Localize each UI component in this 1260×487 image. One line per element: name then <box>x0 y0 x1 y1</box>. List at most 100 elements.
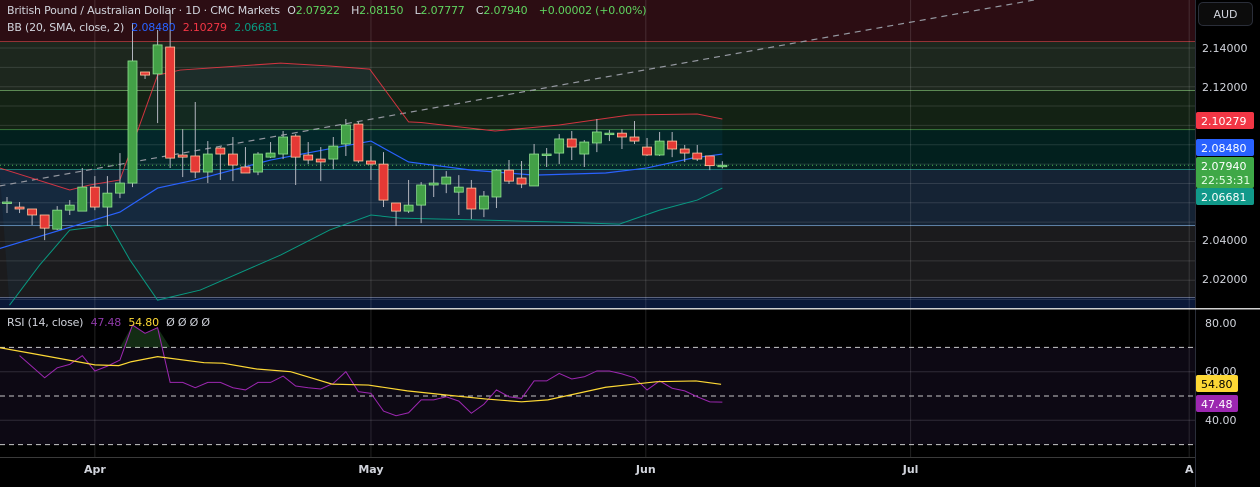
candle-down <box>290 135 301 158</box>
price-tick: 2.12000 <box>1202 81 1248 94</box>
candle-down <box>14 206 25 210</box>
candle-down <box>315 158 326 163</box>
bb-basis-badge-text: 2.08480 <box>1201 142 1247 155</box>
candle-down <box>227 153 238 166</box>
candle-down <box>667 140 678 150</box>
candle-up <box>717 164 728 168</box>
candle-up <box>453 186 464 193</box>
candle-down <box>692 152 703 160</box>
rsi-badge-text: 47.48 <box>1201 398 1233 411</box>
candle-down <box>629 136 640 142</box>
rsi-tick: 40.00 <box>1205 414 1237 427</box>
candle-down <box>504 169 514 182</box>
candle-up <box>278 136 289 155</box>
symbol-title[interactable]: British Pound / Australian Dollar · 1D ·… <box>7 4 280 17</box>
low-label: L <box>414 4 421 17</box>
candle-down <box>353 123 364 162</box>
candle-down <box>366 160 376 165</box>
candle-down <box>89 186 100 208</box>
candle-up <box>554 138 565 154</box>
time-label-jun: Jun <box>635 463 656 476</box>
rsi-value: 47.48 <box>90 316 122 329</box>
bb-basis-value: 2.08480 <box>131 21 176 34</box>
rsi-label[interactable]: RSI (14, close) <box>7 316 83 329</box>
candle-up <box>403 204 414 212</box>
candle-up <box>579 141 590 155</box>
chart-canvas[interactable]: 2.14000 2.12000 2.04000 2.02000 2.10279 … <box>0 0 1260 487</box>
candle-down <box>240 166 251 174</box>
candle-up <box>416 184 427 206</box>
price-tick: 2.04000 <box>1202 234 1248 247</box>
candle-down <box>378 163 389 201</box>
candle-down <box>140 71 150 76</box>
candle-up <box>591 131 602 144</box>
candle-up <box>604 132 615 136</box>
candle-up <box>115 182 125 194</box>
candle-down <box>27 208 38 216</box>
candle-down <box>215 147 226 155</box>
rsi-extra-values: Ø Ø Ø Ø <box>166 316 210 329</box>
rsi-pane <box>0 324 1195 446</box>
candle-down <box>617 132 627 138</box>
time-label-jul: Jul <box>902 463 919 476</box>
rsi-ma-badge-text: 54.80 <box>1201 378 1233 391</box>
candle-up <box>491 169 502 198</box>
candle-up <box>127 60 138 184</box>
candle-down <box>704 155 715 167</box>
candle-up <box>102 192 113 208</box>
bb-legend[interactable]: BB (20, SMA, close, 2) 2.08480 2.10279 2… <box>7 21 282 34</box>
time-label-may: May <box>358 463 383 476</box>
bb-label[interactable]: BB (20, SMA, close, 2) <box>7 21 124 34</box>
candle-up <box>478 195 489 210</box>
currency-button[interactable]: AUD <box>1198 2 1253 26</box>
high-value: 2.08150 <box>359 4 404 17</box>
candle-up <box>64 204 75 211</box>
open-value: 2.07922 <box>295 4 340 17</box>
bar-countdown: 22:53:31 <box>1201 174 1250 187</box>
price-tick: 2.02000 <box>1202 273 1248 286</box>
candle-down <box>516 177 527 185</box>
candle-up <box>428 182 439 186</box>
last-price-text: 2.07940 <box>1201 160 1247 173</box>
time-label-a: A <box>1185 463 1194 476</box>
candle-down <box>642 146 652 156</box>
bb-lower-value: 2.06681 <box>234 21 279 34</box>
candle-up <box>328 145 339 160</box>
time-label-apr: Apr <box>84 463 106 476</box>
candle-down <box>391 202 401 212</box>
axis-separator <box>1195 308 1260 310</box>
candle-down <box>466 187 477 210</box>
bb-upper-value: 2.10279 <box>182 21 227 34</box>
symbol-legend[interactable]: British Pound / Australian Dollar · 1D ·… <box>7 4 650 17</box>
candle-up <box>654 140 665 156</box>
close-value: 2.07940 <box>483 4 528 17</box>
time-axis[interactable]: Apr May Jun Jul A <box>84 463 1194 476</box>
candle-up <box>77 186 88 212</box>
time-axis-border <box>0 457 1195 458</box>
price-tick: 2.14000 <box>1202 42 1248 55</box>
candle-up <box>202 153 213 173</box>
candle-up <box>541 153 552 156</box>
candle-up <box>253 153 263 173</box>
candle-down <box>177 154 188 158</box>
candle-down <box>566 138 577 148</box>
bb-lower-badge-text: 2.06681 <box>1201 191 1247 204</box>
candle-up <box>441 176 452 185</box>
candle-down <box>165 46 176 159</box>
candle-down <box>303 154 314 161</box>
change-value: +0.00002 (+0.00%) <box>538 4 647 17</box>
rsi-tick: 80.00 <box>1205 317 1237 330</box>
candle-down <box>39 214 50 229</box>
high-label: H <box>351 4 360 17</box>
low-value: 2.07777 <box>420 4 465 17</box>
candle-up <box>2 201 12 204</box>
open-label: O <box>287 4 296 17</box>
candle-up <box>529 153 539 187</box>
candle-down <box>679 148 690 154</box>
pane-separator[interactable] <box>0 308 1195 310</box>
rsi-legend[interactable]: RSI (14, close) 47.48 54.80 Ø Ø Ø Ø <box>7 316 214 329</box>
rsi-ma-value: 54.80 <box>128 316 159 329</box>
candle-up <box>265 152 276 158</box>
candle-up <box>152 44 163 75</box>
candle-down <box>190 155 201 173</box>
